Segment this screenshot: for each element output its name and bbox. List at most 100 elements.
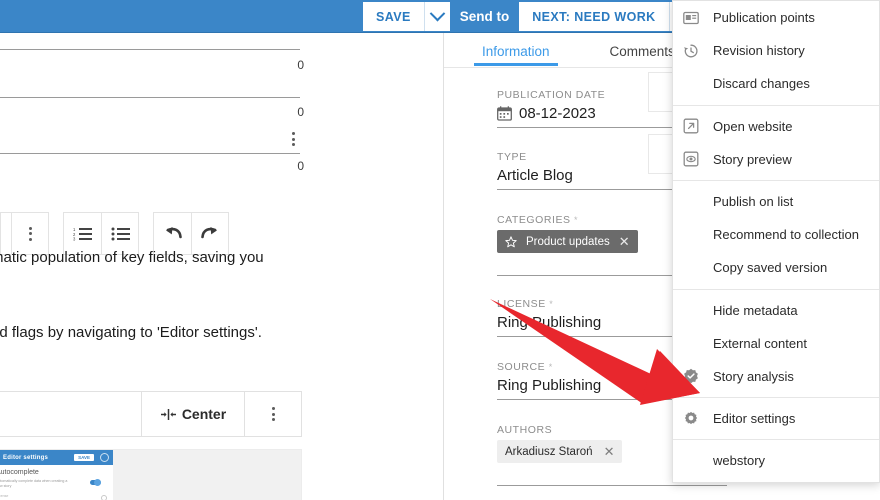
history-clock-glyph — [683, 43, 699, 59]
menu-item-label: Discard changes — [713, 76, 810, 91]
chevron-down-icon — [429, 6, 445, 22]
menu-item-label: Story analysis — [713, 369, 794, 384]
menu-item-label: Copy saved version — [713, 260, 827, 275]
tab-comments[interactable]: Comments — [610, 33, 675, 66]
menu-separator — [673, 180, 879, 181]
menu-separator — [673, 289, 879, 290]
menu-item-label: Revision history — [713, 43, 805, 58]
external-link-icon — [683, 118, 713, 134]
calendar-icon — [497, 106, 512, 121]
menu-item-label: Hide metadata — [713, 303, 798, 318]
block-options-button[interactable] — [245, 392, 301, 436]
editor-application: SAVE Send to NEXT: NEED WORK 0 0 0 — [0, 0, 880, 500]
thumbnail-section-desc: Automatically complete data when creatin… — [0, 479, 74, 489]
gear-icon — [683, 411, 713, 427]
embedded-screenshot-block[interactable]: ✕ Editor settings SAVE Autocomplete Auto… — [0, 449, 302, 500]
menu-item-label: Publish on list — [713, 194, 793, 209]
field-value: 08-12-2023 — [519, 105, 596, 122]
char-counter: 0 — [284, 159, 304, 173]
menu-item-story-preview[interactable]: Story preview — [673, 143, 879, 176]
menu-item-hide-metadata[interactable]: Hide metadata — [673, 294, 879, 327]
field-underline — [497, 485, 727, 486]
embedded-block-empty-area — [113, 450, 301, 500]
block-alignment-bar: Center — [0, 391, 302, 437]
menu-item-story-score[interactable]: Story Score — [673, 477, 879, 483]
menu-item-story-analysis[interactable]: Story analysis — [673, 360, 879, 393]
thumbnail-body: Autocomplete Automatically complete data… — [0, 465, 113, 500]
ordered-list-glyph: 1 2 3 — [73, 226, 92, 241]
menu-item-webstory[interactable]: webstory — [673, 444, 879, 477]
preview-eye-glyph — [683, 151, 699, 167]
close-icon[interactable]: ✕ — [619, 235, 630, 248]
workflow-status-button[interactable]: NEXT: NEED WORK — [519, 2, 668, 31]
menu-item-editor-settings[interactable]: Editor settings — [673, 402, 879, 435]
body-paragraph-1: matic population of key fields, saving y… — [0, 248, 264, 268]
menu-item-publication-points[interactable]: Publication points — [673, 1, 879, 34]
menu-item-label: External content — [713, 336, 807, 351]
menu-separator — [673, 439, 879, 440]
field-value: Ring Publishing — [497, 377, 601, 394]
menu-item-copy-saved-version[interactable]: Copy saved version — [673, 251, 879, 284]
char-counter: 0 — [284, 105, 304, 119]
menu-item-open-website[interactable]: Open website — [673, 110, 879, 143]
menu-item-label: webstory — [713, 453, 765, 468]
menu-item-publish-on-list[interactable]: Publish on list — [673, 185, 879, 218]
field-label-text: SOURCE — [497, 361, 545, 373]
author-chip-label: Arkadiusz Staroń — [505, 446, 593, 458]
field-label-text: CATEGORIES — [497, 214, 571, 226]
field-options-kebab-icon[interactable] — [286, 130, 300, 148]
editor-field-divider — [0, 153, 300, 154]
menu-item-label: Story preview — [713, 152, 792, 167]
thumbnail-section-title: Autocomplete — [0, 469, 108, 476]
story-actions-menu: Publication points Revision history Disc… — [672, 0, 880, 483]
tab-information[interactable]: Information — [482, 33, 550, 66]
publication-points-glyph — [683, 10, 699, 26]
publication-points-icon — [683, 10, 713, 26]
star-icon — [505, 236, 517, 248]
close-icon[interactable]: ✕ — [604, 445, 615, 458]
save-button[interactable]: SAVE — [363, 2, 424, 31]
save-dropdown-button[interactable] — [424, 2, 450, 31]
thumbnail-toggle — [90, 480, 101, 485]
story-editor-pane: 0 0 0 1 2 3 — [0, 33, 443, 500]
send-to-label: Send to — [450, 2, 520, 31]
thumbnail-titlebar: ✕ Editor settings SAVE — [0, 450, 113, 465]
menu-item-revision-history[interactable]: Revision history — [673, 34, 879, 67]
alignment-spacer — [0, 392, 142, 436]
gear-glyph — [683, 411, 699, 427]
char-counter: 0 — [284, 58, 304, 72]
align-center-label: Center — [182, 406, 226, 422]
menu-item-recommend-to-collection[interactable]: Recommend to collection — [673, 218, 879, 251]
menu-item-discard-changes[interactable]: Discard changes — [673, 67, 879, 100]
preview-eye-icon — [683, 151, 713, 167]
body-paragraph-2: nd flags by navigating to 'Editor settin… — [0, 323, 262, 343]
gear-icon — [100, 453, 109, 462]
author-chip[interactable]: Arkadiusz Staroń ✕ — [497, 440, 622, 463]
menu-item-label: Editor settings — [713, 411, 795, 426]
svg-text:3: 3 — [73, 237, 76, 241]
menu-item-external-content[interactable]: External content — [673, 327, 879, 360]
thumbnail-field-label: License — [0, 494, 8, 498]
required-marker: * — [549, 362, 553, 372]
verified-badge-icon — [683, 368, 713, 384]
more-options-icon — [272, 406, 275, 422]
category-chip-label: Product updates — [526, 236, 610, 248]
field-value: Ring Publishing — [497, 314, 601, 331]
align-center-button[interactable]: Center — [142, 392, 245, 436]
menu-separator — [673, 105, 879, 106]
field-label-text: LICENSE — [497, 298, 546, 310]
redo-glyph — [200, 225, 221, 242]
menu-item-label: Open website — [713, 119, 793, 134]
undo-glyph — [162, 225, 183, 242]
menu-item-label: Recommend to collection — [713, 227, 859, 242]
category-chip[interactable]: Product updates ✕ — [497, 230, 638, 253]
thumbnail-save-button: SAVE — [74, 454, 94, 461]
field-value: Article Blog — [497, 167, 573, 184]
unordered-list-glyph — [111, 226, 130, 241]
menu-separator — [673, 397, 879, 398]
editor-settings-thumbnail: ✕ Editor settings SAVE Autocomplete Auto… — [0, 450, 113, 500]
thumbnail-field-license: License — [0, 493, 108, 500]
external-link-glyph — [683, 118, 699, 134]
history-clock-icon — [683, 43, 713, 59]
editor-field-divider — [0, 49, 300, 50]
